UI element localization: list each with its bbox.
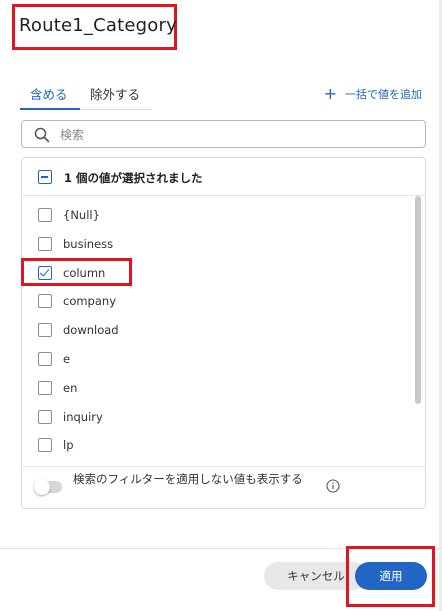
item-label: business (63, 236, 114, 251)
active-tab-indicator (20, 108, 80, 110)
list-item[interactable]: column (22, 259, 412, 288)
tab-bar: 含める 除外する (20, 80, 152, 110)
item-label: en (63, 380, 78, 395)
search-input[interactable] (60, 125, 410, 145)
item-label: company (63, 294, 117, 309)
add-bulk-values-link[interactable]: + 一括で値を追加 (324, 86, 422, 102)
item-checkbox[interactable] (38, 265, 52, 280)
dialog-title: Route1_Category (19, 15, 177, 36)
list-item[interactable]: company (22, 287, 412, 316)
item-checkbox[interactable] (38, 409, 52, 424)
item-label: column (63, 265, 106, 280)
filter-toggle-row: 検索のフィルターを適用しない値も表示する (22, 466, 425, 510)
info-icon[interactable] (326, 479, 340, 493)
apply-button[interactable]: 適用 (355, 562, 427, 590)
list-item[interactable]: download (22, 316, 412, 345)
show-unfiltered-toggle[interactable] (34, 479, 62, 495)
item-label: e (63, 351, 71, 366)
search-box (21, 120, 426, 148)
selection-summary: 1 個の値が選択されました (64, 171, 203, 185)
list-item[interactable]: {Null} (22, 201, 412, 230)
value-items: {Null} business column company download e en in… (22, 201, 412, 460)
plus-icon: + (323, 84, 337, 103)
show-unfiltered-label: 検索のフィルターを適用しない値も表示する (73, 472, 303, 486)
item-checkbox[interactable] (38, 236, 52, 251)
list-scrollbar[interactable] (414, 196, 422, 472)
list-item[interactable]: e (22, 345, 412, 374)
item-checkbox[interactable] (38, 323, 52, 338)
item-checkbox[interactable] (38, 294, 52, 309)
list-item[interactable]: en (22, 374, 412, 403)
item-checkbox[interactable] (38, 380, 52, 395)
value-list: 1 個の値が選択されました {Null} business column compan… (21, 157, 426, 509)
footer-divider (0, 548, 442, 549)
tab-exclude[interactable]: 除外する (90, 84, 140, 103)
tab-include[interactable]: 含める (30, 84, 68, 103)
item-label: lp (63, 438, 74, 453)
list-item[interactable]: business (22, 230, 412, 259)
list-item[interactable]: lp (22, 431, 412, 460)
select-all-checkbox[interactable] (38, 170, 52, 184)
list-scrollbar-thumb[interactable] (415, 196, 421, 404)
item-label: download (63, 323, 119, 338)
toggle-knob (34, 479, 50, 495)
item-checkbox[interactable] (38, 351, 52, 366)
add-bulk-values-label: 一括で値を追加 (345, 88, 422, 101)
item-label: inquiry (63, 409, 103, 424)
list-item[interactable]: inquiry (22, 403, 412, 432)
item-label: {Null} (63, 208, 100, 222)
selection-summary-row: 1 個の値が選択されました (22, 158, 425, 196)
item-checkbox[interactable] (38, 438, 52, 453)
item-checkbox[interactable] (38, 208, 52, 222)
cancel-button[interactable]: キャンセル (264, 562, 368, 590)
search-icon (34, 127, 50, 143)
